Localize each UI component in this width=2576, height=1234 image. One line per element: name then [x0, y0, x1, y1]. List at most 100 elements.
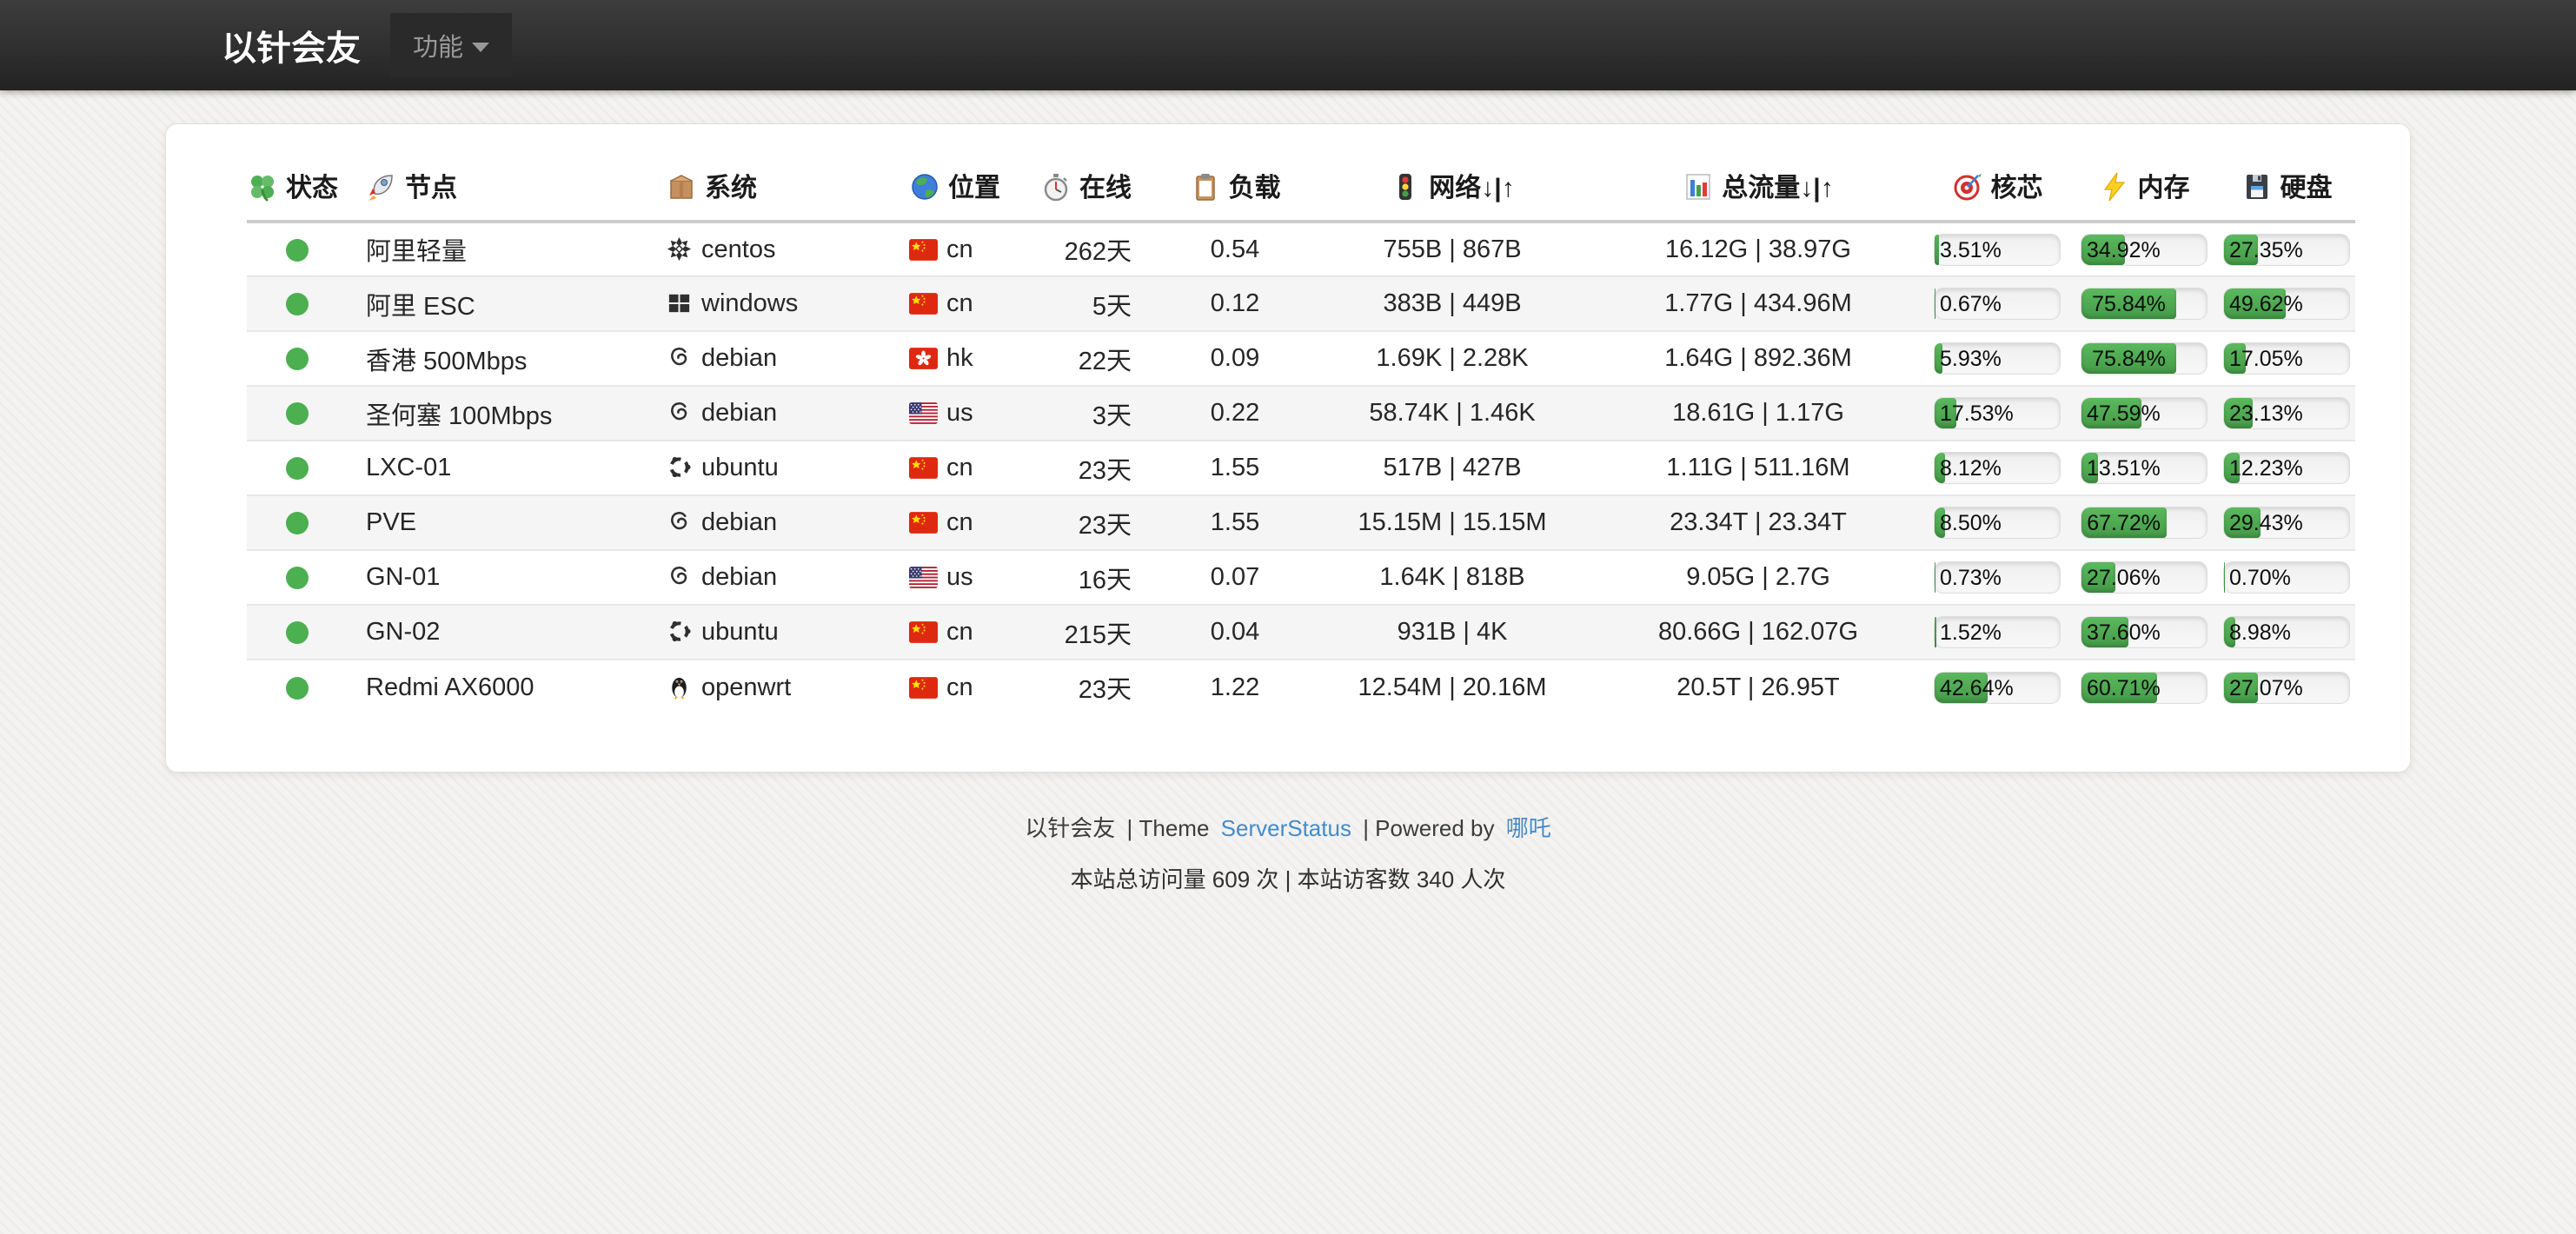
disk-usage-bar: 27.35% — [2223, 234, 2350, 266]
ram-usage-bar: 13.51% — [2081, 452, 2208, 484]
ram-usage-bar: 67.72% — [2081, 507, 2208, 539]
total-traffic: 80.66G | 162.07G — [1658, 618, 1858, 646]
location-code: cn — [946, 454, 973, 481]
column-header-dart: 核芯 — [1924, 156, 2070, 222]
package-icon — [666, 171, 697, 202]
node-name: 阿里轻量 — [366, 238, 467, 266]
menu-dropdown-label: 功能 — [413, 27, 463, 63]
column-header-rocket: 节点 — [347, 156, 647, 222]
table-row: 圣何塞 100Mbps debian us 3天 0.22 58.74K | 1… — [247, 386, 2355, 441]
load-value: 0.22 — [1211, 399, 1259, 427]
navbar: 以针会友 功能 — [0, 0, 2576, 90]
load-value: 0.04 — [1211, 618, 1259, 646]
dart-icon — [1952, 171, 1983, 202]
os-name: centos — [701, 236, 775, 263]
node-name: PVE — [366, 508, 416, 536]
load-value: 0.09 — [1211, 344, 1259, 372]
status-dot — [286, 348, 309, 370]
location-code: us — [946, 399, 973, 427]
status-dot — [286, 621, 309, 644]
disk-usage-bar: 17.05% — [2223, 342, 2350, 375]
credits-line: 以针会友 | Theme ServerStatus | Powered by 哪… — [0, 811, 2576, 843]
stopwatch-icon — [1040, 171, 1072, 202]
uptime-value: 3天 — [1092, 402, 1132, 430]
total-traffic: 1.77G | 434.96M — [1664, 289, 1852, 317]
lightning-icon — [2099, 171, 2130, 202]
os-icon — [666, 618, 693, 645]
cpu-usage-bar: 8.50% — [1934, 507, 2061, 539]
servers-table: 状态节点系统位置在线负载网络↓|↑总流量↓|↑核芯内存硬盘 阿里轻量 cento… — [247, 156, 2355, 714]
node-name: GN-01 — [366, 563, 440, 591]
total-traffic: 20.5T | 26.95T — [1676, 673, 1840, 701]
flag-icon — [909, 457, 938, 479]
status-dot — [286, 457, 309, 480]
chevron-down-icon — [472, 43, 489, 52]
disk-usage-bar: 23.13% — [2223, 397, 2350, 429]
node-name: 阿里 ESC — [366, 293, 475, 321]
table-row: 阿里轻量 centos cn 262天 0.54 755B | 867B 16.… — [247, 222, 2355, 276]
ram-usage-bar: 47.59% — [2081, 397, 2208, 429]
column-header-traffic-light: 网络↓|↑ — [1312, 156, 1592, 222]
os-name: debian — [701, 344, 777, 372]
os-icon — [666, 673, 693, 700]
network-speed: 1.64K | 818B — [1379, 563, 1524, 591]
column-header-clover: 状态 — [247, 156, 347, 222]
total-traffic: 9.05G | 2.7G — [1686, 563, 1830, 591]
total-traffic: 1.64G | 892.36M — [1664, 344, 1852, 372]
visit-stats: 本站总访问量 609 次 | 本站访客数 340 人次 — [0, 862, 2576, 894]
node-name: 香港 500Mbps — [366, 348, 527, 375]
os-icon — [666, 236, 693, 262]
cpu-usage-bar: 0.67% — [1934, 288, 2061, 320]
flag-icon — [909, 512, 938, 534]
footer-powered-prefix: | Powered by — [1363, 815, 1494, 841]
uptime-value: 5天 — [1092, 293, 1132, 321]
column-header-globe: 位置 — [894, 156, 1029, 222]
network-speed: 1.69K | 2.28K — [1376, 344, 1528, 372]
os-name: debian — [701, 399, 777, 427]
disk-usage-bar: 27.07% — [2223, 672, 2350, 704]
brand-title: 以针会友 — [222, 20, 361, 70]
network-speed: 12.54M | 20.16M — [1358, 673, 1546, 701]
status-dot — [286, 293, 309, 315]
os-name: openwrt — [701, 673, 791, 701]
ram-usage-bar: 27.06% — [2081, 561, 2208, 594]
column-header-floppy: 硬盘 — [2218, 156, 2355, 222]
flag-icon — [909, 402, 938, 424]
flag-icon — [909, 348, 938, 369]
table-row: GN-01 debian us 16天 0.07 1.64K | 818B 9.… — [247, 550, 2355, 605]
os-icon — [666, 454, 693, 481]
clover-icon — [247, 171, 278, 202]
footer-theme-prefix: | Theme — [1127, 815, 1210, 841]
node-name: 圣何塞 100Mbps — [366, 402, 552, 430]
os-name: debian — [701, 563, 777, 591]
table-row: 阿里 ESC windows cn 5天 0.12 383B | 449B 1.… — [247, 276, 2355, 331]
cpu-usage-bar: 3.51% — [1934, 234, 2061, 266]
flag-icon — [909, 621, 938, 643]
os-icon — [666, 344, 693, 371]
total-traffic: 23.34T | 23.34T — [1670, 508, 1847, 536]
uptime-value: 23天 — [1079, 457, 1132, 485]
total-traffic: 16.12G | 38.97G — [1665, 236, 1851, 263]
location-code: cn — [946, 289, 973, 317]
table-row: Redmi AX6000 openwrt cn 23天 1.22 12.54M … — [247, 660, 2355, 714]
ram-usage-bar: 37.60% — [2081, 616, 2208, 648]
location-code: cn — [946, 618, 973, 646]
menu-dropdown[interactable]: 功能 — [390, 13, 512, 77]
table-row: GN-02 ubuntu cn 215天 0.04 931B | 4K 80.6… — [247, 605, 2355, 660]
uptime-value: 23天 — [1079, 676, 1132, 704]
uptime-value: 22天 — [1079, 348, 1132, 375]
column-header-bar-chart: 总流量↓|↑ — [1592, 156, 1924, 222]
ram-usage-bar: 34.92% — [2081, 234, 2208, 266]
os-name: ubuntu — [701, 618, 779, 646]
cpu-usage-bar: 17.53% — [1934, 397, 2061, 429]
status-dot — [286, 239, 309, 262]
clipboard-icon — [1190, 171, 1221, 202]
network-speed: 755B | 867B — [1383, 236, 1521, 263]
column-header-lightning: 内存 — [2070, 156, 2218, 222]
powered-by-link[interactable]: 哪吒 — [1506, 815, 1551, 841]
load-value: 1.55 — [1211, 454, 1259, 481]
theme-link[interactable]: ServerStatus — [1221, 815, 1351, 841]
cpu-usage-bar: 5.93% — [1934, 342, 2061, 375]
load-value: 0.07 — [1211, 563, 1259, 591]
globe-icon — [909, 171, 940, 202]
